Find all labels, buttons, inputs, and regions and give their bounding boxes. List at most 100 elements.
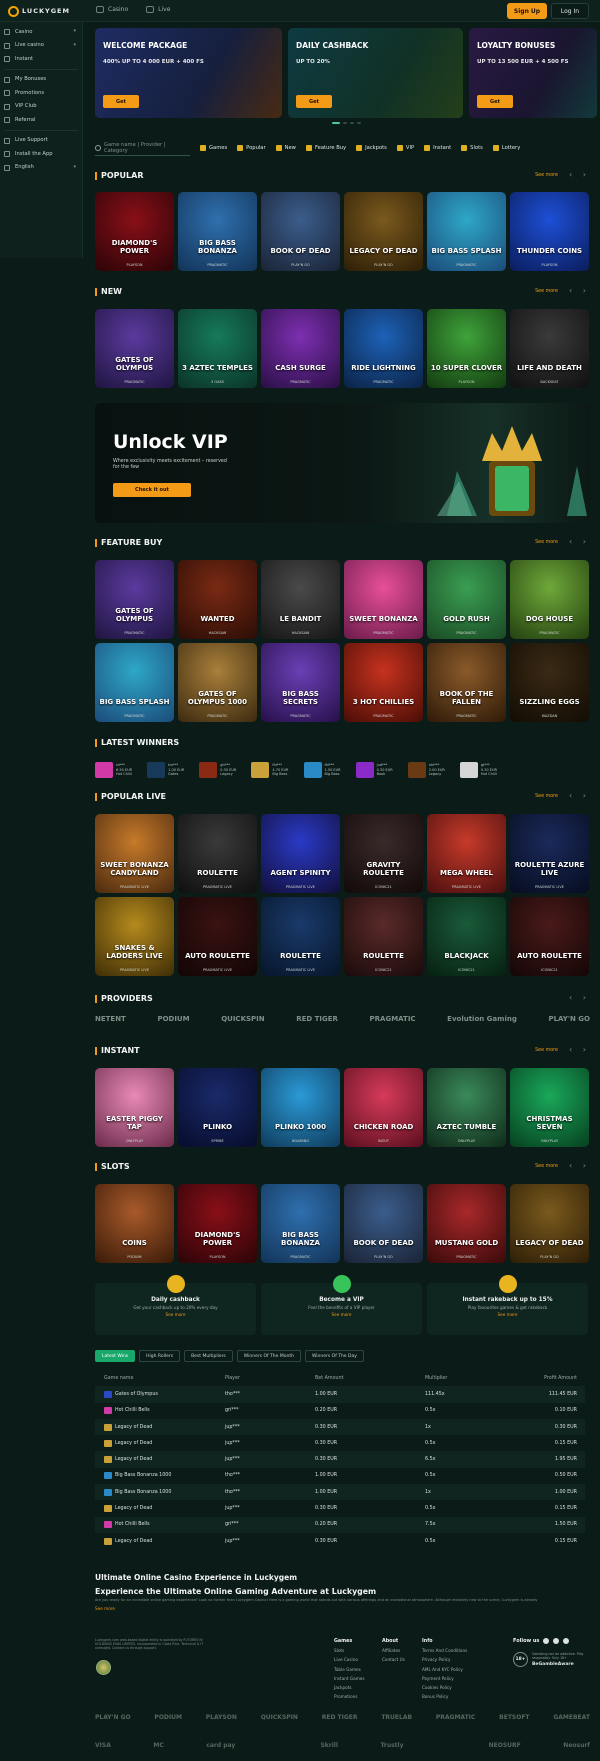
game-tile[interactable]: GOLD RUSH PRAGMATIC (427, 560, 506, 639)
game-tile[interactable]: SWEET BONANZA CANDYLAND PRAGMATIC LIVE (95, 814, 174, 893)
game-tile[interactable]: AZTEC TUMBLE ONLYPLAY (427, 1068, 506, 1147)
see-more-link[interactable]: See more (535, 1164, 558, 1169)
carousel-arrows-icon[interactable]: ‹ › (569, 170, 590, 179)
feature-card[interactable]: Instant rakeback up to 15% Play favourite… (427, 1275, 588, 1335)
game-tile[interactable]: BOOK OF THE FALLEN PRAGMATIC (427, 643, 506, 722)
seo-see-more-link[interactable]: See more (95, 1606, 115, 1611)
provider-logo[interactable]: QUICKSPIN (221, 1015, 264, 1023)
footer-link[interactable]: Payment Policy (422, 1674, 467, 1683)
telegram-icon[interactable] (543, 1638, 550, 1644)
table-row[interactable]: Legacy of Dead jup*** 0.30 EUR 0.5x 0.15 EUR (95, 1500, 585, 1516)
game-tile[interactable]: ROULETTE ICONIC21 (344, 897, 423, 976)
tab-latest-wins[interactable]: Latest Wins (95, 1350, 136, 1362)
category-new[interactable]: New (275, 145, 296, 151)
see-more-link[interactable]: See more (535, 794, 558, 799)
footer-link[interactable]: Jackpots (334, 1683, 365, 1692)
game-tile[interactable]: COINS PODIUM (95, 1184, 174, 1263)
banner-pagination[interactable] (332, 122, 361, 124)
feature-see-more[interactable]: See more (261, 1312, 422, 1317)
winner-item[interactable]: nhi*** 2.00 EUR Legacy (407, 762, 445, 778)
table-row[interactable]: Hot Chilli Bells gri*** 0.20 EUR 7.5x 1.50 E… (95, 1516, 585, 1533)
footer-link[interactable]: Terms And Conditions (422, 1646, 467, 1655)
game-tile[interactable]: LEGACY OF DEAD PLAY'N GO (510, 1184, 589, 1263)
game-tile[interactable]: WANTED HACKSAW (178, 560, 257, 639)
category-lottery[interactable]: Lottery (492, 145, 520, 151)
winner-item[interactable]: gh*** 0.30 EUR Legacy (199, 762, 236, 778)
banner-get-button[interactable]: Get (103, 95, 139, 108)
nav-casino[interactable]: Casino (96, 6, 128, 13)
game-tile[interactable]: BIG BASS SECRETS PRAGMATIC (261, 643, 340, 722)
footer-link[interactable]: Table Games (334, 1665, 365, 1674)
game-tile[interactable]: LE BANDIT HACKSAW (261, 560, 340, 639)
see-more-link[interactable]: See more (535, 1048, 558, 1053)
sidebar-item[interactable]: Install the App (0, 147, 82, 161)
game-tile[interactable]: AGENT SPINITY PRAGMATIC LIVE (261, 814, 340, 893)
game-tile[interactable]: MEGA WHEEL PRAGMATIC LIVE (427, 814, 506, 893)
game-tile[interactable]: DOG HOUSE PRAGMATIC (510, 560, 589, 639)
signup-button[interactable]: Sign Up (507, 3, 547, 19)
feature-card[interactable]: Become a VIP Feel the benefits of a VIP p… (261, 1275, 422, 1335)
table-row[interactable]: Legacy of Dead jup*** 0.30 EUR 6.5x 1.95 EUR (95, 1451, 585, 1468)
sidebar-item[interactable]: My Bonuses (0, 73, 82, 87)
table-row[interactable]: Big Bass Bonanza 1000 tho*** 1.00 EUR 0.5x 0… (95, 1468, 585, 1484)
game-tile[interactable]: 3 AZTEC TEMPLES 3 OAKS (178, 309, 257, 388)
game-tile[interactable]: CHICKEN ROAD INOUT (344, 1068, 423, 1147)
feature-card[interactable]: Daily cashback Get your cashback up to 20… (95, 1275, 256, 1335)
category-feature-buy[interactable]: Feature Buy (305, 145, 346, 151)
game-tile[interactable]: RIDE LIGHTNING PRAGMATIC (344, 309, 423, 388)
category-instant[interactable]: Instant (424, 145, 451, 151)
table-row[interactable]: Legacy of Dead jup*** 0.30 EUR 0.5x 0.15 EUR (95, 1435, 585, 1451)
game-tile[interactable]: MUSTANG GOLD PRAGMATIC (427, 1184, 506, 1263)
winner-item[interactable]: fhi*** 1.50 EUR Big Bass (303, 762, 341, 778)
winner-item[interactable]: tm*** 1.00 EUR Gates (147, 762, 184, 778)
game-tile[interactable]: PLINKO 1000 BGAMING (261, 1068, 340, 1147)
game-tile[interactable]: 10 SUPER CLOVER PLAYSON (427, 309, 506, 388)
providers-strip[interactable]: NETENT PODIUM QUICKSPIN RED TIGER PRAGMATIC E… (95, 1015, 590, 1023)
x-icon[interactable] (553, 1638, 560, 1644)
game-tile[interactable]: AUTO ROULETTE PRAGMATIC LIVE (178, 897, 257, 976)
footer-link[interactable]: Privacy Policy (422, 1655, 467, 1664)
game-tile[interactable]: BIG BASS SPLASH PRAGMATIC (95, 643, 174, 722)
sidebar-item[interactable]: Live Support (0, 134, 82, 148)
category-popular[interactable]: Popular (237, 145, 266, 151)
provider-logo[interactable]: Evolution Gaming (447, 1015, 517, 1023)
footer-link[interactable]: Live Casino (334, 1655, 365, 1664)
provider-logo[interactable]: RED TIGER (296, 1015, 338, 1023)
tab-high-rollers[interactable]: High Rollers (139, 1350, 181, 1362)
logo[interactable]: LUCKYGEM (8, 4, 70, 18)
sidebar-item[interactable]: English ▾ (0, 161, 82, 175)
login-button[interactable]: Log In (551, 3, 589, 19)
provider-logo[interactable]: PRAGMATIC (370, 1015, 416, 1023)
category-slots[interactable]: Slots (461, 145, 483, 151)
search-input[interactable]: Game name | Provider | Category (95, 140, 190, 156)
tab-winners-of-the-month[interactable]: Winners Of The Month (236, 1350, 301, 1362)
game-tile[interactable]: GATES OF OLYMPUS PRAGMATIC (95, 560, 174, 639)
footer-link[interactable]: Promotions (334, 1692, 365, 1701)
banner-get-button[interactable]: Get (477, 95, 513, 108)
footer-link[interactable]: Affiliates (382, 1646, 405, 1655)
category-games[interactable]: Games (200, 145, 227, 151)
game-tile[interactable]: SIZZLING EGGS WAZDAN (510, 643, 589, 722)
game-tile[interactable]: GATES OF OLYMPUS 1000 PRAGMATIC (178, 643, 257, 722)
table-row[interactable]: Gates of Olympus tho*** 1.00 EUR 111.45x 111… (95, 1386, 585, 1403)
provider-logo[interactable]: PLAY'N GO (548, 1015, 590, 1023)
game-tile[interactable]: BIG BASS SPLASH PRAGMATIC (427, 192, 506, 271)
whatsapp-icon[interactable] (563, 1638, 570, 1644)
category-jackpots[interactable]: Jackpots (356, 145, 387, 151)
game-tile[interactable]: CHRISTMAS SEVEN ONLYPLAY (510, 1068, 589, 1147)
winner-item[interactable]: jud*** 0.30 EUR Book (355, 762, 393, 778)
footer-link[interactable]: Slots (334, 1646, 365, 1655)
nav-live[interactable]: Live (146, 6, 170, 13)
game-tile[interactable]: 3 HOT CHILLIES PRAGMATIC (344, 643, 423, 722)
feature-see-more[interactable]: See more (427, 1312, 588, 1317)
sidebar-item[interactable]: Live casino ▾ (0, 39, 82, 53)
carousel-arrows-icon[interactable]: ‹ › (569, 1161, 590, 1170)
carousel-arrows-icon[interactable]: ‹ › (569, 791, 590, 800)
game-tile[interactable]: AUTO ROULETTE ICONIC21 (510, 897, 589, 976)
carousel-arrows-icon[interactable]: ‹ › (569, 993, 590, 1002)
promo-banner[interactable]: LOYALTY BONUSES UP TO 13 500 EUR + 4 500 … (469, 28, 597, 118)
tab-winners-of-the-day[interactable]: Winners Of The Day (304, 1350, 364, 1362)
category-vip[interactable]: VIP (396, 145, 414, 151)
game-tile[interactable]: ROULETTE AZURE LIVE PRAGMATIC LIVE (510, 814, 589, 893)
footer-link[interactable]: Bonus Policy (422, 1692, 467, 1701)
